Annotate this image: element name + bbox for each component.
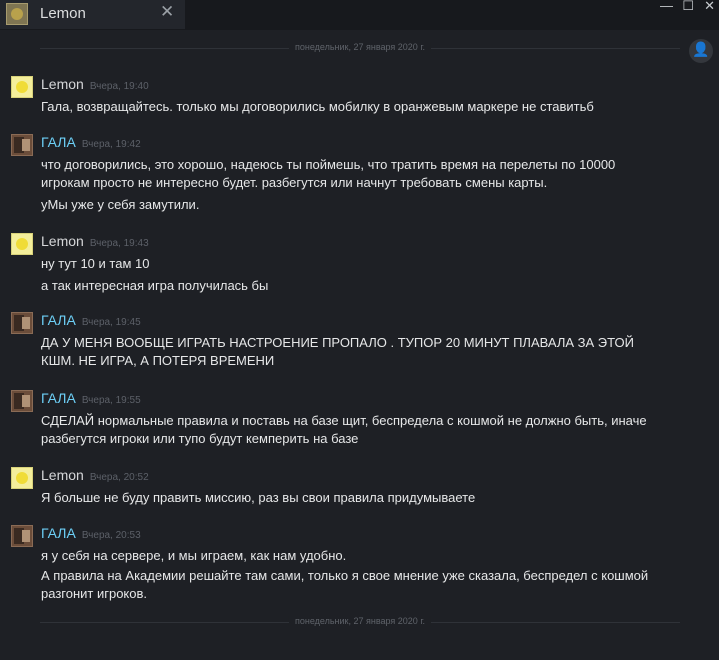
message-line: что договорились, это хорошо, надеюсь ты…	[41, 157, 616, 172]
tab-lemon[interactable]: Lemon ✕	[0, 0, 185, 29]
avatar[interactable]	[11, 233, 33, 255]
avatar[interactable]	[11, 525, 33, 547]
date-divider: понедельник, 27 января 2020 г.	[40, 42, 680, 54]
minimize-icon[interactable]: —	[660, 0, 673, 13]
message-line: СДЕЛАЙ нормальные правила и поставь на б…	[41, 413, 647, 428]
message-line: разгонит игроков.	[41, 586, 148, 601]
date-divider: понедельник, 27 января 2020 г.	[40, 616, 680, 628]
avatar[interactable]	[11, 390, 33, 412]
message-line: ДА У МЕНЯ ВООБЩЕ ИГРАТЬ НАСТРОЕНИЕ ПРОПА…	[41, 335, 634, 350]
message-timestamp: Вчера, 19:45	[81, 317, 141, 328]
sender-name[interactable]: ГАЛА Вчера, 19:45	[41, 312, 141, 328]
chat-window: Lemon ✕ — ☐ ✕ понедельник, 27 января 202…	[0, 0, 719, 660]
message-line: КШМ. НЕ ИГРА, А ПОТЕРЯ ВРЕМЕНИ	[41, 353, 275, 368]
tab-avatar	[6, 3, 28, 25]
add-user-icon: 👤	[692, 41, 710, 57]
message-timestamp: Вчера, 19:42	[81, 139, 141, 150]
tab-bar: Lemon ✕ — ☐ ✕	[0, 0, 719, 30]
avatar[interactable]	[11, 134, 33, 156]
avatar[interactable]	[11, 76, 33, 98]
sender-name[interactable]: ГАЛА Вчера, 19:42	[41, 134, 141, 150]
sender-name[interactable]: ГАЛА Вчера, 19:55	[41, 390, 141, 406]
message-line: разбегутся игроки или тупо будут кемпери…	[41, 431, 359, 446]
avatar[interactable]	[11, 312, 33, 334]
message-line: уМы уже у себя замутили.	[41, 197, 200, 212]
message-timestamp: Вчера, 19:40	[89, 81, 149, 92]
tab-close-icon[interactable]: ✕	[160, 2, 174, 22]
avatar[interactable]	[11, 467, 33, 489]
tab-title: Lemon	[40, 5, 86, 22]
sender-name[interactable]: Lemon Вчера, 19:43	[41, 233, 149, 249]
sender-name[interactable]: ГАЛА Вчера, 20:53	[41, 525, 141, 541]
chat-log: понедельник, 27 января 2020 г. 👤 Lemon Вч…	[0, 30, 719, 660]
sender-name[interactable]: Lemon Вчера, 19:40	[41, 76, 149, 92]
message-line: Гала, возвращайтесь. только мы договорил…	[41, 99, 594, 114]
sender-name[interactable]: Lemon Вчера, 20:52	[41, 467, 149, 483]
message-timestamp: Вчера, 19:43	[89, 238, 149, 249]
message-line: я у себя на сервере, и мы играем, как на…	[41, 548, 347, 563]
message-line: а так интересная игра получилась бы	[41, 278, 269, 293]
message-timestamp: Вчера, 20:53	[81, 530, 141, 541]
message-line: игрокам просто не интересно будет. разбе…	[41, 175, 548, 190]
message-line: Я больше не буду править миссию, раз вы …	[41, 490, 476, 505]
message-line: А правила на Академии решайте там сами, …	[41, 568, 649, 583]
add-user-button[interactable]: 👤	[689, 39, 713, 63]
close-icon[interactable]: ✕	[704, 0, 715, 14]
message-line: ну тут 10 и там 10	[41, 256, 150, 271]
message-timestamp: Вчера, 20:52	[89, 472, 149, 483]
message-timestamp: Вчера, 19:55	[81, 395, 141, 406]
maximize-icon[interactable]: ☐	[682, 0, 694, 14]
